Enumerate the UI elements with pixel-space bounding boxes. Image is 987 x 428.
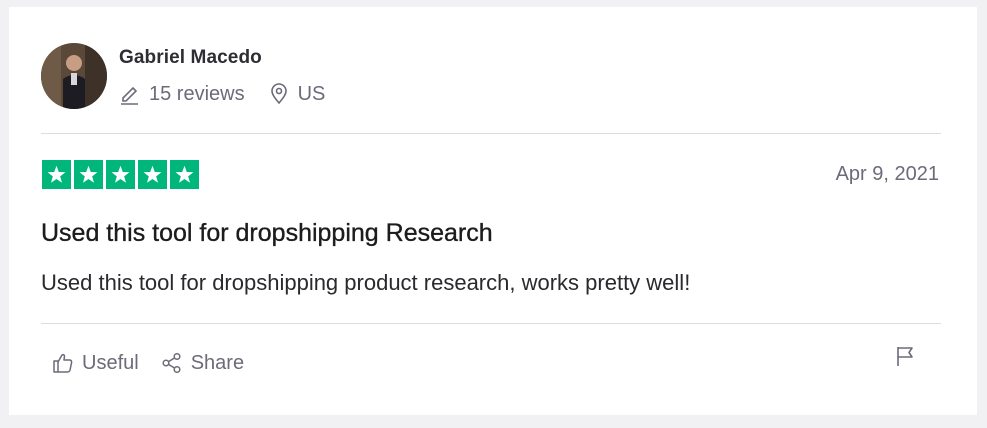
reviewer-info: Gabriel Macedo 15 reviews US — [119, 46, 325, 106]
reviewer-meta: 15 reviews US — [119, 82, 325, 106]
country-label: US — [297, 83, 326, 105]
reviews-count-label: 15 reviews — [149, 83, 245, 105]
reviewer-header: Gabriel Macedo 15 reviews US — [41, 43, 325, 109]
review-body: Used this tool for dropshipping product … — [41, 270, 691, 295]
location-pin-icon — [270, 83, 287, 105]
thumbs-up-icon — [53, 353, 73, 373]
report-flag-button[interactable] — [894, 345, 916, 367]
star-icon — [106, 160, 135, 189]
star-icon — [42, 160, 71, 189]
share-label: Share — [190, 352, 245, 374]
share-icon — [162, 352, 181, 374]
star-rating — [42, 160, 202, 189]
useful-label: Useful — [82, 352, 139, 374]
star-icon — [138, 160, 167, 189]
review-date: Apr 9, 2021 — [835, 163, 939, 185]
flag-icon — [897, 347, 913, 366]
review-actions: Useful Share — [52, 351, 244, 375]
review-card: Gabriel Macedo 15 reviews US Apr 9, 2021… — [9, 7, 977, 415]
actions-divider — [41, 323, 941, 324]
header-divider — [41, 133, 941, 134]
avatar[interactable] — [41, 43, 107, 109]
useful-button[interactable]: Useful — [52, 351, 139, 375]
star-icon — [170, 160, 199, 189]
review-title[interactable]: Used this tool for dropshipping Research — [41, 217, 493, 249]
reviews-count: 15 reviews — [119, 82, 245, 106]
pencil-icon — [121, 86, 138, 105]
reviewer-name[interactable]: Gabriel Macedo — [119, 46, 325, 70]
star-icon — [74, 160, 103, 189]
reviewer-location: US — [269, 82, 326, 106]
share-button[interactable]: Share — [161, 351, 244, 375]
